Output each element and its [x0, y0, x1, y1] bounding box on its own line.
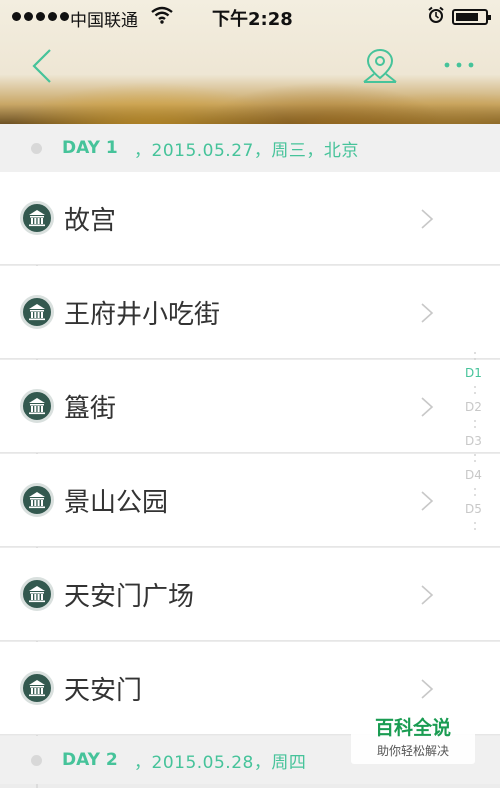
place-name: 王府井小吃街 [64, 300, 221, 330]
day-index-item[interactable]: D1 [465, 366, 482, 380]
header-background: 中国联通 下午2:28 [0, 0, 500, 124]
signal-strength-icon [12, 12, 69, 21]
place-name: 天安门 [64, 676, 143, 706]
battery-level [456, 13, 479, 21]
list-item[interactable]: 景山公园 [0, 454, 500, 547]
timeline-dot [31, 142, 42, 154]
place-name: 天安门广场 [64, 582, 195, 612]
watermark-slogan: 助你轻松解决 [376, 744, 449, 758]
list-item[interactable]: 簋街 [0, 360, 500, 453]
place-name: 簋街 [64, 394, 117, 424]
museum-icon [20, 389, 54, 423]
museum-icon [20, 295, 54, 329]
chevron-right-icon [421, 397, 434, 417]
day-date-city: ，2015.05.28，周四 [134, 752, 307, 773]
day-index: D1 D2 D3 D4 D5 [462, 348, 492, 538]
chevron-right-icon [421, 679, 434, 699]
chevron-right-icon [421, 209, 434, 229]
day-index-item[interactable]: D3 [465, 434, 482, 448]
timeline-dot [31, 754, 42, 766]
day-date-city: ，2015.05.27，周三，北京 [134, 140, 359, 161]
back-button[interactable] [26, 44, 66, 88]
chevron-left-icon [32, 49, 51, 83]
day-index-item[interactable]: D5 [465, 502, 482, 516]
day-label: DAY 1 [62, 138, 118, 158]
museum-icon [20, 671, 54, 705]
day-label: DAY 2 [62, 750, 118, 770]
chevron-right-icon [421, 585, 434, 605]
chevron-right-icon [421, 491, 434, 511]
status-bar: 中国联通 下午2:28 [0, 0, 500, 34]
day-index-item[interactable]: D2 [465, 400, 482, 414]
chevron-right-icon [421, 303, 434, 323]
list-item[interactable]: 王府井小吃街 [0, 266, 500, 359]
museum-icon [20, 483, 54, 517]
list-item[interactable]: 故宫 [0, 172, 500, 265]
more-button[interactable] [440, 52, 480, 78]
place-name: 景山公园 [64, 488, 169, 518]
day-index-item[interactable]: D4 [465, 468, 482, 482]
museum-icon [20, 577, 54, 611]
carrier-name: 中国联通 [70, 11, 138, 31]
map-button[interactable] [360, 44, 400, 88]
alarm-icon [427, 6, 445, 28]
status-time: 下午2:28 [212, 9, 293, 30]
day-header: DAY 1 ，2015.05.27，周三，北京 [0, 124, 500, 172]
place-name: 故宫 [64, 206, 117, 236]
battery-icon [452, 9, 491, 25]
wifi-icon [151, 6, 173, 28]
museum-icon [20, 201, 54, 235]
watermark: 百科全说 助你轻松解决 [351, 708, 475, 764]
more-dots-icon [444, 62, 474, 68]
map-pin-icon [363, 48, 397, 83]
list-item[interactable]: 天安门广场 [0, 548, 500, 641]
watermark-brand: 百科全说 [374, 717, 451, 739]
